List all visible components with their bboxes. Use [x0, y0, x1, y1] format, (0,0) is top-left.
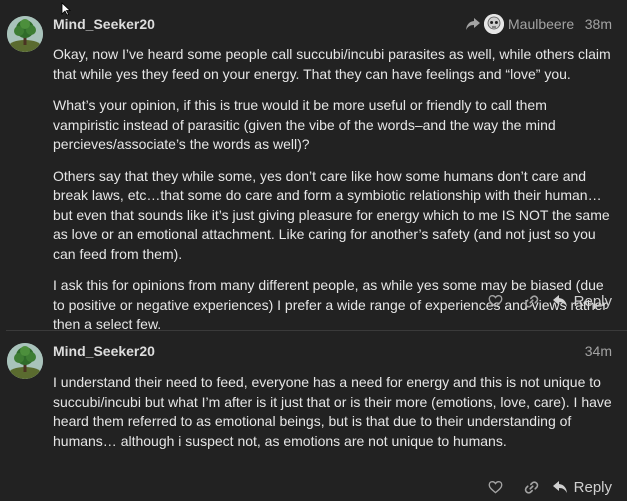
post-time[interactable]: 38m — [585, 16, 612, 32]
link-icon — [524, 294, 539, 308]
heart-icon — [488, 480, 503, 494]
avatar[interactable] — [7, 343, 43, 379]
reply-button[interactable]: Reply — [552, 479, 612, 496]
heart-icon — [488, 294, 503, 308]
reply-icon — [552, 481, 567, 493]
reply-to-avatar[interactable] — [484, 14, 504, 34]
username[interactable]: Mind_Seeker20 — [53, 343, 155, 359]
reply-to-username[interactable]: Maulbeere — [508, 16, 574, 32]
share-link-button[interactable] — [514, 473, 550, 501]
post-paragraph: Others say that they while some, yes don… — [53, 167, 610, 262]
link-icon — [524, 480, 539, 494]
post-body: I understand their need to feed, everyon… — [53, 373, 616, 463]
username[interactable]: Mind_Seeker20 — [53, 16, 155, 32]
reply-icon — [552, 295, 567, 307]
reply-label: Reply — [573, 292, 612, 310]
post-1: Mind_Seeker20 Maulbeere 38m Okay, now I’… — [0, 0, 627, 332]
post-actions: Reply — [478, 473, 612, 501]
post-paragraph: I understand their need to feed, everyon… — [53, 374, 612, 449]
reply-button[interactable]: Reply — [552, 293, 612, 310]
avatar[interactable] — [7, 16, 43, 52]
reply-to-indicator[interactable]: Maulbeere — [465, 13, 574, 35]
post-paragraph: What’s your opinion, if this is true wou… — [53, 97, 556, 152]
share-link-button[interactable] — [514, 287, 550, 315]
reply-arrow-icon — [466, 18, 480, 30]
post-paragraph: Okay, now I’ve heard some people call su… — [53, 46, 611, 82]
like-button[interactable] — [478, 473, 514, 501]
like-button[interactable] — [478, 287, 514, 315]
reply-label: Reply — [573, 478, 612, 496]
post-actions: Reply — [478, 287, 612, 315]
post-time[interactable]: 34m — [585, 343, 612, 359]
